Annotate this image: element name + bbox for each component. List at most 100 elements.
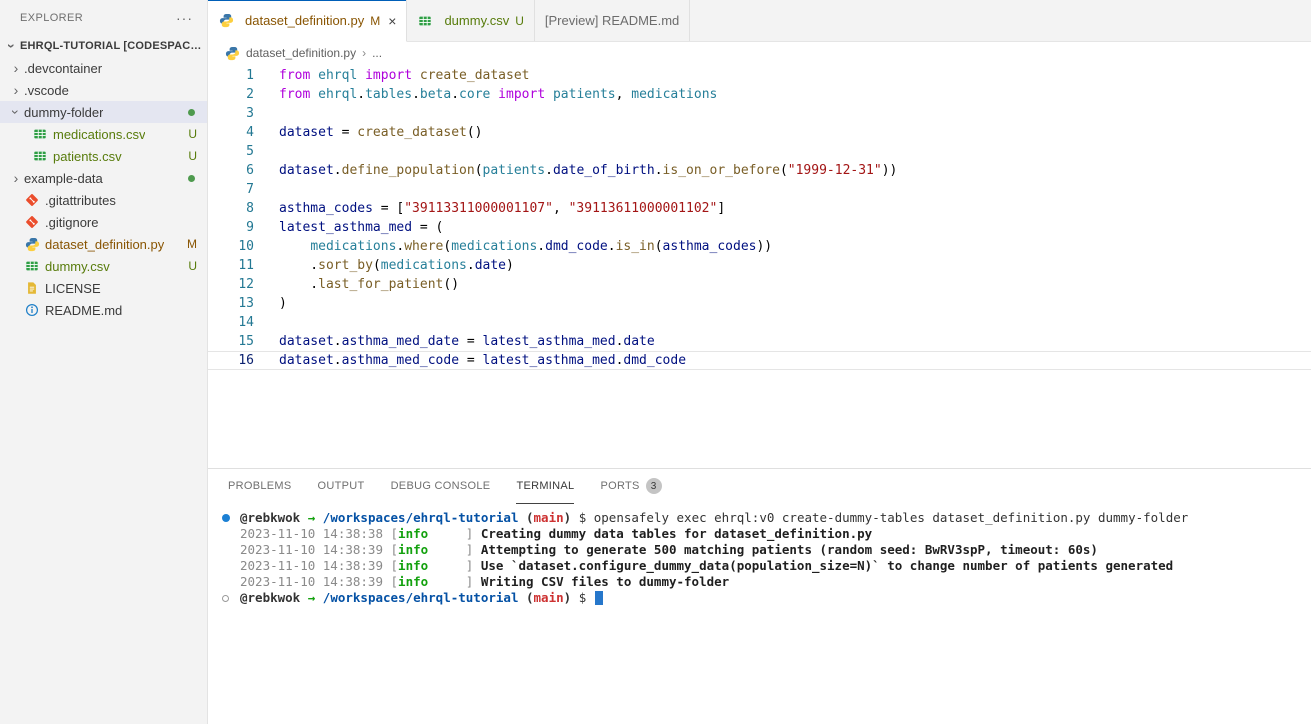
- code-line-6[interactable]: 6dataset.define_population(patients.date…: [208, 161, 1311, 180]
- tree-item-.vscode[interactable]: .vscode: [0, 79, 207, 101]
- terminal-text-paren: (: [518, 590, 533, 606]
- code-line-12[interactable]: 12 .last_for_patient(): [208, 275, 1311, 294]
- code-text: asthma_codes = ["39113311000001107", "39…: [254, 199, 725, 218]
- tree-item-example-data[interactable]: example-data: [0, 167, 207, 189]
- code-line-16[interactable]: 16dataset.asthma_med_code = latest_asthm…: [208, 351, 1311, 370]
- line-number: 6: [208, 161, 254, 180]
- code-text: dataset.asthma_med_date = latest_asthma_…: [254, 332, 655, 351]
- tab-dataset-definition.py[interactable]: dataset_definition.pyM×: [208, 0, 407, 42]
- panel-tab-label: DEBUG CONSOLE: [391, 480, 491, 492]
- workspace-root-folder[interactable]: EHRQL-TUTORIAL [CODESPACES:...: [0, 35, 207, 57]
- panel-tab-debug-console[interactable]: DEBUG CONSOLE: [391, 469, 491, 504]
- file-name: medications.csv: [53, 127, 145, 142]
- code-line-15[interactable]: 15dataset.asthma_med_date = latest_asthm…: [208, 332, 1311, 351]
- panel-tab-problems[interactable]: PROBLEMS: [228, 469, 292, 504]
- more-actions-icon[interactable]: ···: [176, 10, 193, 26]
- code-editor[interactable]: 1from ehrql import create_dataset2from e…: [208, 64, 1311, 468]
- tree-item-dummy.csv[interactable]: dummy.csvU: [0, 255, 207, 277]
- git-status-badge: U: [188, 127, 197, 141]
- code-line-3[interactable]: 3: [208, 104, 1311, 123]
- terminal-text-dim: ]: [428, 574, 481, 590]
- tree-item-.gitattributes[interactable]: .gitattributes: [0, 189, 207, 211]
- panel-tab-ports[interactable]: PORTS3: [600, 469, 661, 504]
- terminal-text-msg: Attempting to generate 500 matching pati…: [481, 542, 1098, 558]
- line-number: 9: [208, 218, 254, 237]
- panel-tab-label: PORTS: [600, 480, 639, 492]
- python-file-icon: [218, 13, 234, 29]
- code-text: dataset = create_dataset(): [254, 123, 483, 142]
- code-line-9[interactable]: 9latest_asthma_med = (: [208, 218, 1311, 237]
- panel-tab-label: TERMINAL: [516, 480, 574, 492]
- code-line-7[interactable]: 7: [208, 180, 1311, 199]
- line-number: 8: [208, 199, 254, 218]
- panel-tab-label: PROBLEMS: [228, 480, 292, 492]
- file-name: patients.csv: [53, 149, 122, 164]
- tab--preview-readme.md[interactable]: [Preview] README.md: [535, 0, 690, 41]
- code-line-1[interactable]: 1from ehrql import create_dataset: [208, 66, 1311, 85]
- csv-file-icon: [32, 126, 48, 142]
- panel-tab-output[interactable]: OUTPUT: [318, 469, 365, 504]
- line-number: 15: [208, 332, 254, 351]
- code-line-2[interactable]: 2from ehrql.tables.beta.core import pati…: [208, 85, 1311, 104]
- tree-item-dummy-folder[interactable]: dummy-folder: [0, 101, 207, 123]
- terminal-text-arrow: →: [300, 590, 323, 606]
- code-line-10[interactable]: 10 medications.where(medications.dmd_cod…: [208, 237, 1311, 256]
- breadcrumb-file[interactable]: dataset_definition.py: [246, 46, 356, 60]
- tree-item-patients.csv[interactable]: patients.csvU: [0, 145, 207, 167]
- code-line-11[interactable]: 11 .sort_by(medications.date): [208, 256, 1311, 275]
- close-icon[interactable]: ×: [388, 13, 396, 29]
- explorer-title: EXPLORER: [20, 12, 83, 24]
- code-line-4[interactable]: 4dataset = create_dataset(): [208, 123, 1311, 142]
- line-number: 12: [208, 275, 254, 294]
- code-text: .sort_by(medications.date): [254, 256, 514, 275]
- tree-item-dataset_definition.py[interactable]: dataset_definition.py M: [0, 233, 207, 255]
- git-status-badge: U: [188, 259, 197, 273]
- file-name: example-data: [24, 171, 103, 186]
- terminal[interactable]: @rebkwok → /workspaces/ehrql-tutorial (m…: [208, 504, 1311, 724]
- terminal-text-path: /workspaces/ehrql-tutorial: [323, 510, 519, 526]
- code-line-5[interactable]: 5: [208, 142, 1311, 161]
- code-line-14[interactable]: 14: [208, 313, 1311, 332]
- terminal-text-info: info: [398, 574, 428, 590]
- breadcrumb-more[interactable]: ...: [372, 46, 382, 60]
- breadcrumb[interactable]: dataset_definition.py › ...: [208, 42, 1311, 64]
- file-name: dataset_definition.py: [45, 237, 164, 252]
- tab-label: dataset_definition.py: [245, 13, 364, 28]
- chevron-down-icon: [5, 38, 19, 54]
- terminal-text-paren: (: [518, 510, 533, 526]
- line-number: 10: [208, 237, 254, 256]
- terminal-line-4: 2023-11-10 14:38:39 [info ] Use `dataset…: [222, 558, 1311, 574]
- command-success-decoration[interactable]: [222, 514, 230, 522]
- breadcrumb-separator: ›: [362, 46, 366, 60]
- chevron-right-icon: [8, 61, 24, 75]
- vscode-window: EXPLORER ··· EHRQL-TUTORIAL [CODESPACES:…: [0, 0, 1311, 724]
- code-line-8[interactable]: 8asthma_codes = ["39113311000001107", "3…: [208, 199, 1311, 218]
- git-changes-dot: [188, 175, 195, 182]
- tab-label: dummy.csv: [444, 13, 509, 28]
- terminal-line-2: 2023-11-10 14:38:38 [info ] Creating dum…: [222, 526, 1311, 542]
- tree-item-.devcontainer[interactable]: .devcontainer: [0, 57, 207, 79]
- git-status-badge: M: [187, 237, 197, 251]
- editor-area: dataset_definition.pyM×dummy.csvU[Previe…: [208, 0, 1311, 724]
- git-file-icon: [24, 192, 40, 208]
- bottom-panel: PROBLEMS OUTPUT DEBUG CONSOLE TERMINAL PORTS…: [208, 468, 1311, 724]
- terminal-line-6: @rebkwok → /workspaces/ehrql-tutorial (m…: [222, 590, 1311, 606]
- tree-item-README.md[interactable]: README.md: [0, 299, 207, 321]
- panel-tab-terminal[interactable]: TERMINAL: [516, 469, 574, 504]
- tree-item-medications.csv[interactable]: medications.csv U: [0, 123, 207, 145]
- code-line-13[interactable]: 13): [208, 294, 1311, 313]
- terminal-text-dim: 2023-11-10 14:38:39 [: [240, 558, 398, 574]
- terminal-decoration-gutter: [222, 514, 240, 522]
- terminal-line-5: 2023-11-10 14:38:39 [info ] Writing CSV …: [222, 574, 1311, 590]
- code-text: [254, 180, 279, 199]
- tree-item-.gitignore[interactable]: .gitignore: [0, 211, 207, 233]
- command-prompt-decoration[interactable]: [222, 595, 229, 602]
- line-number: 16: [208, 351, 254, 370]
- tab-dummy.csv[interactable]: dummy.csvU: [407, 0, 534, 41]
- chevron-down-icon: [9, 104, 23, 120]
- explorer-header: EXPLORER ···: [0, 0, 207, 35]
- tree-item-LICENSE[interactable]: LICENSE: [0, 277, 207, 299]
- panel-tab-label: OUTPUT: [318, 480, 365, 492]
- terminal-text-info: info: [398, 558, 428, 574]
- terminal-text-info: info: [398, 542, 428, 558]
